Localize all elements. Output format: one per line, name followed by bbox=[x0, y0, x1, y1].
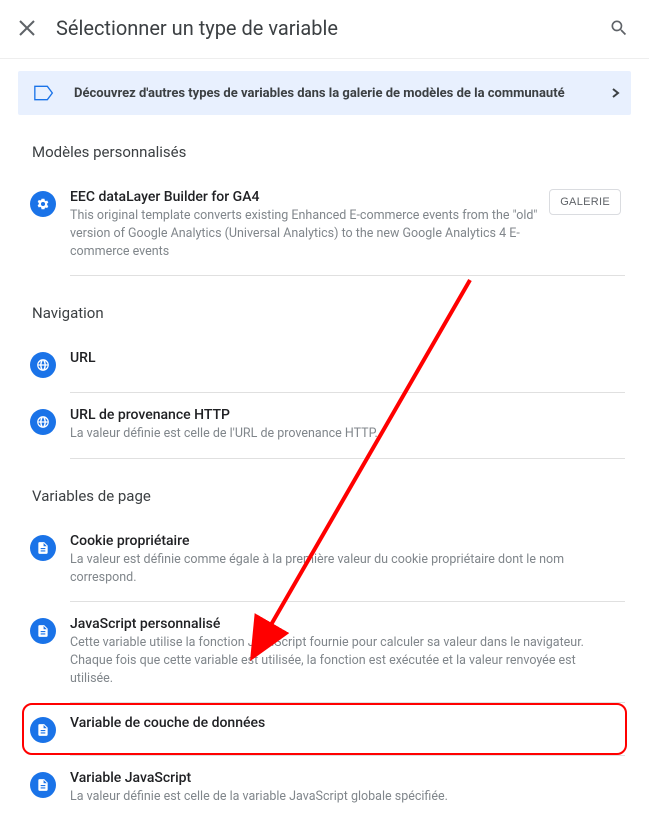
search-icon[interactable] bbox=[609, 18, 629, 38]
variable-desc: La valeur est définie comme égale à la p… bbox=[70, 551, 621, 587]
globe-icon bbox=[30, 409, 56, 435]
gallery-button[interactable]: GALERIE bbox=[549, 189, 621, 215]
chevron-right-icon bbox=[611, 88, 621, 98]
page-icon bbox=[30, 772, 56, 798]
variable-title: Variable JavaScript bbox=[70, 770, 621, 786]
variable-row-cookie[interactable]: Cookie propriétaire La valeur est défini… bbox=[24, 519, 625, 601]
variable-desc: La valeur définie est celle de l'URL de … bbox=[70, 425, 621, 443]
variable-row-url[interactable]: URL bbox=[24, 336, 625, 392]
template-title: EEC dataLayer Builder for GA4 bbox=[70, 189, 541, 205]
community-gallery-banner[interactable]: Découvrez d'autres types de variables da… bbox=[18, 71, 631, 115]
template-desc: This original template converts existing… bbox=[70, 207, 541, 261]
variable-row-referrer[interactable]: URL de provenance HTTP La valeur définie… bbox=[24, 393, 625, 457]
page-icon bbox=[30, 618, 56, 644]
variable-row-js-variable[interactable]: Variable JavaScript La valeur définie es… bbox=[24, 756, 625, 820]
variable-title: URL de provenance HTTP bbox=[70, 407, 621, 423]
template-row-eec[interactable]: EEC dataLayer Builder for GA4 This origi… bbox=[24, 175, 625, 275]
close-icon[interactable] bbox=[18, 19, 36, 37]
section-title-nav: Navigation bbox=[32, 304, 625, 322]
section-title-custom: Modèles personnalisés bbox=[32, 143, 625, 161]
page-icon bbox=[30, 535, 56, 561]
tag-icon bbox=[34, 85, 54, 101]
variable-row-custom-js[interactable]: JavaScript personnalisé Cette variable u… bbox=[24, 602, 625, 702]
variable-desc: Cette variable utilise la fonction JavaS… bbox=[70, 634, 621, 688]
globe-icon bbox=[30, 352, 56, 378]
variable-title: Variable de couche de données bbox=[70, 715, 621, 731]
gear-icon bbox=[30, 191, 56, 217]
page-icon bbox=[30, 717, 56, 743]
banner-text: Découvrez d'autres types de variables da… bbox=[74, 86, 611, 101]
section-title-page: Variables de page bbox=[32, 487, 625, 505]
variable-row-datalayer[interactable]: Variable de couche de données bbox=[22, 703, 627, 755]
page-title: Sélectionner un type de variable bbox=[56, 16, 609, 40]
variable-title: JavaScript personnalisé bbox=[70, 616, 621, 632]
variable-desc: La valeur définie est celle de la variab… bbox=[70, 788, 621, 806]
variable-title: URL bbox=[70, 350, 621, 366]
variable-title: Cookie propriétaire bbox=[70, 533, 621, 549]
